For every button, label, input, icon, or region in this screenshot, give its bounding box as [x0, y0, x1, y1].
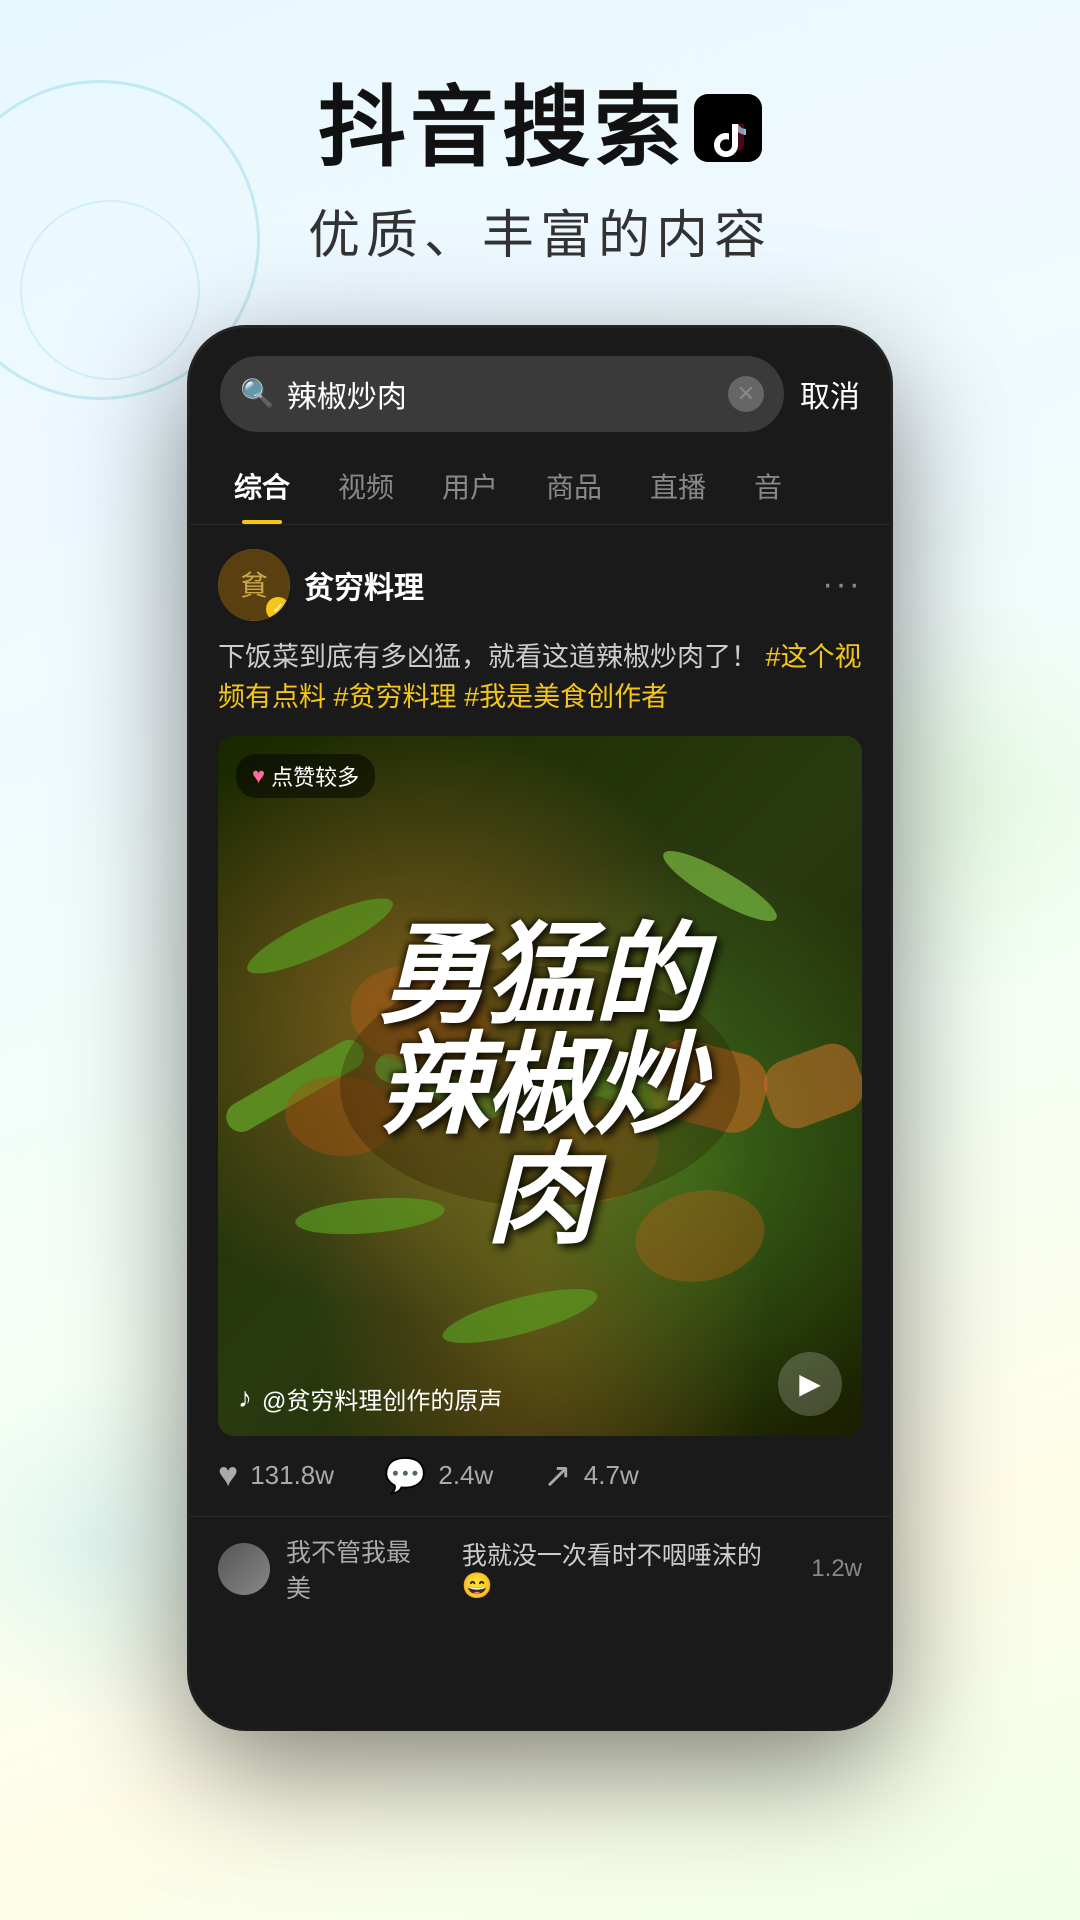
- comment-count: 1.2w: [811, 1555, 862, 1583]
- tab-综合[interactable]: 综合: [210, 448, 314, 524]
- title-area: 抖音搜索 优质、丰富的内容: [0, 0, 1080, 308]
- avatar: 貧 ✓: [218, 549, 290, 621]
- search-icon: 🔍: [240, 377, 275, 410]
- hashtag-3[interactable]: #我是美食创作者: [464, 682, 668, 712]
- search-bar: 🔍 辣椒炒肉 ✕ 取消: [190, 328, 890, 448]
- likes-count: 131.8w: [250, 1460, 334, 1491]
- search-clear-button[interactable]: ✕: [728, 376, 764, 412]
- post-user[interactable]: 貧 ✓ 贫穷料理: [218, 549, 424, 621]
- comment-avatar: [218, 1543, 270, 1595]
- clear-icon: ✕: [737, 381, 755, 407]
- phone-content: 🔍 辣椒炒肉 ✕ 取消 综合 视频 用户: [190, 328, 890, 1728]
- comment-text: 我就没一次看时不咽唾沫的 😄: [462, 1536, 795, 1601]
- phone-mockup: 🔍 辣椒炒肉 ✕ 取消 综合 视频 用户: [190, 328, 890, 1728]
- more-options-icon[interactable]: ···: [822, 565, 862, 604]
- main-title-container: 抖音搜索: [0, 80, 1080, 177]
- video-big-text: 勇猛的辣椒炒肉: [378, 921, 702, 1251]
- stat-comments[interactable]: 💬 2.4w: [384, 1456, 493, 1496]
- stat-likes[interactable]: ♥ 131.8w: [218, 1456, 334, 1495]
- tab-商品[interactable]: 商品: [522, 448, 626, 524]
- search-input-box[interactable]: 🔍 辣椒炒肉 ✕: [220, 356, 784, 432]
- hashtag-2[interactable]: #贫穷料理: [334, 682, 457, 712]
- main-title-text: 抖音搜索: [318, 80, 686, 177]
- video-inner: 勇猛的辣椒炒肉 ♥ 点赞较多 ♪ @贫穷料理创作的原声: [218, 736, 862, 1436]
- like-icon: ♥: [218, 1456, 238, 1495]
- svg-text:貧: 貧: [240, 570, 268, 601]
- tabs-row: 综合 视频 用户 商品 直播 音: [190, 448, 890, 525]
- comments-count: 2.4w: [438, 1460, 493, 1491]
- user-name: 贫穷料理: [304, 563, 424, 607]
- comment-row: 我不管我最美 我就没一次看时不咽唾沫的 😄 1.2w: [218, 1533, 862, 1605]
- share-icon: ↗: [543, 1456, 572, 1496]
- stats-row: ♥ 131.8w 💬 2.4w ↗ 4.7w: [190, 1436, 890, 1516]
- sub-title: 优质、丰富的内容: [0, 193, 1080, 268]
- comment-icon: 💬: [384, 1456, 426, 1496]
- shares-count: 4.7w: [584, 1460, 639, 1491]
- phone-container: 🔍 辣椒炒肉 ✕ 取消 综合 视频 用户: [0, 328, 1080, 1728]
- comment-preview: 我不管我最美 我就没一次看时不咽唾沫的 😄 1.2w: [190, 1516, 890, 1645]
- tab-视频[interactable]: 视频: [314, 448, 418, 524]
- tab-用户[interactable]: 用户: [418, 448, 522, 524]
- post-card: 貧 ✓ 贫穷料理 ··· 下饭菜到底有多凶猛，就看这道辣椒炒肉了！ #这个视频有…: [190, 525, 890, 1436]
- verified-badge: ✓: [266, 597, 290, 621]
- tab-音[interactable]: 音: [730, 448, 806, 524]
- video-text-overlay: 勇猛的辣椒炒肉: [218, 736, 862, 1436]
- search-cancel-button[interactable]: 取消: [800, 372, 860, 416]
- tiktok-logo-icon: [694, 94, 762, 162]
- post-text: 下饭菜到底有多凶猛，就看这道辣椒炒肉了！ #这个视频有点料 #贫穷料理 #我是美…: [218, 637, 862, 718]
- search-query: 辣椒炒肉: [287, 372, 716, 416]
- comment-user-name: 我不管我最美: [286, 1533, 434, 1605]
- stat-shares[interactable]: ↗ 4.7w: [543, 1456, 638, 1496]
- video-thumbnail[interactable]: 勇猛的辣椒炒肉 ♥ 点赞较多 ♪ @贫穷料理创作的原声: [218, 736, 862, 1436]
- tab-直播[interactable]: 直播: [626, 448, 730, 524]
- post-header: 貧 ✓ 贫穷料理 ···: [218, 549, 862, 621]
